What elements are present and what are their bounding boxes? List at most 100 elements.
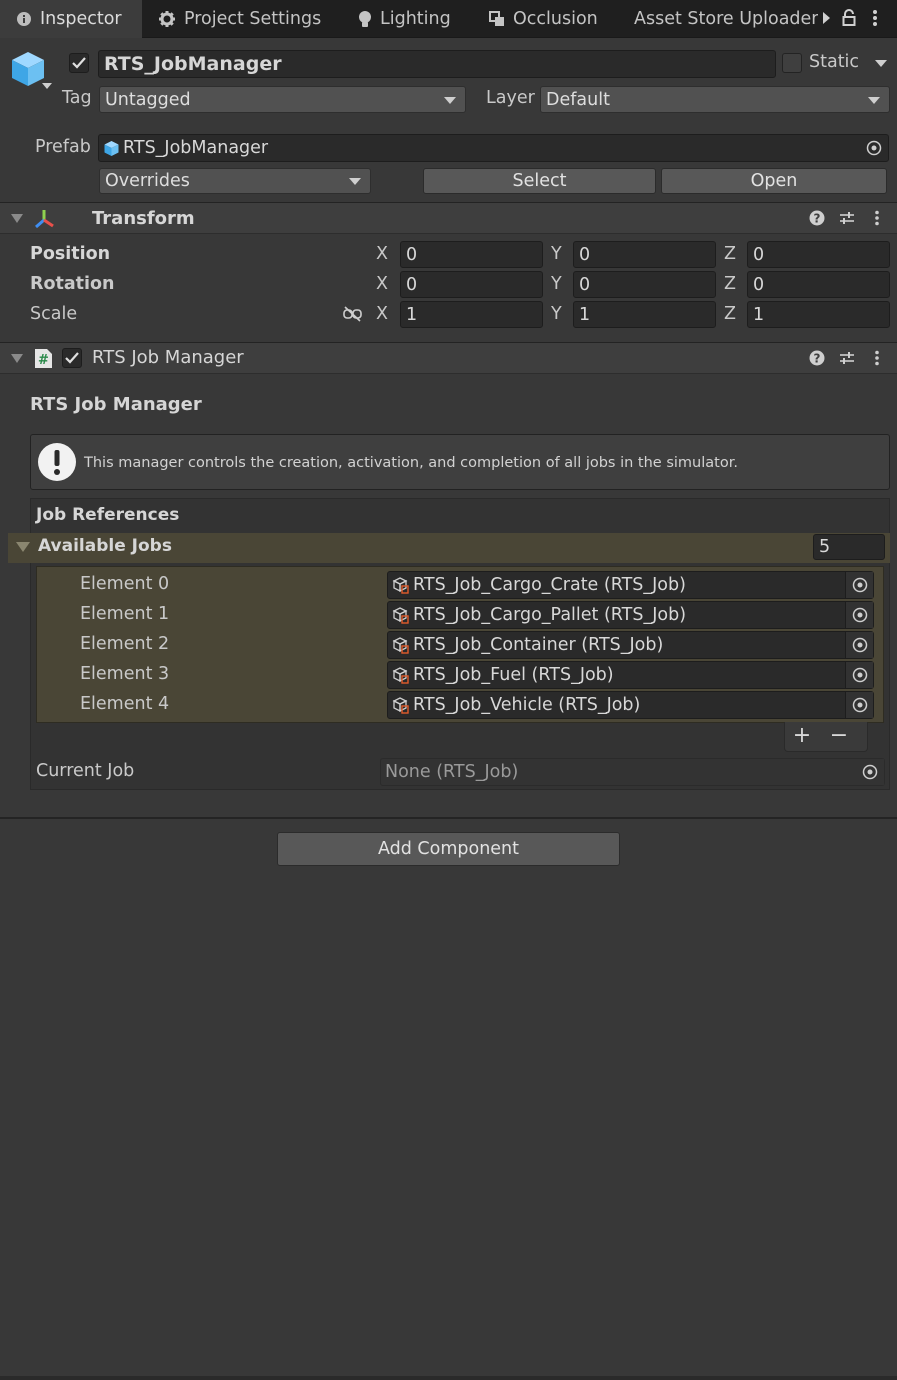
element-label: Element 1 xyxy=(80,604,170,624)
axis-y-label[interactable]: Y xyxy=(551,304,562,324)
rotation-z-input[interactable]: 0 xyxy=(747,271,890,298)
component-menu-icon[interactable] xyxy=(874,210,880,226)
target-icon xyxy=(862,764,878,780)
tag-dropdown[interactable]: Untagged xyxy=(99,86,466,113)
static-dropdown-icon[interactable] xyxy=(875,60,887,67)
target-icon xyxy=(852,667,867,683)
axis-x-label[interactable]: X xyxy=(376,304,388,324)
occlusion-icon xyxy=(489,11,504,26)
presets-sliders-icon[interactable] xyxy=(839,350,855,366)
available-jobs-size-input[interactable]: 5 xyxy=(813,534,885,560)
object-picker-button[interactable] xyxy=(845,602,873,628)
object-picker-button[interactable] xyxy=(845,632,873,658)
unlinked-scale-icon[interactable] xyxy=(343,306,362,322)
position-z-input[interactable]: 0 xyxy=(747,241,890,268)
object-picker-button[interactable] xyxy=(856,759,884,785)
overrides-label: Overrides xyxy=(105,171,190,191)
axis-z-label[interactable]: Z xyxy=(724,274,736,294)
overrides-dropdown[interactable]: Overrides xyxy=(99,168,371,194)
active-checkbox[interactable] xyxy=(69,53,89,73)
static-checkbox[interactable] xyxy=(782,53,802,73)
chevron-down-icon xyxy=(349,178,361,185)
object-picker-button[interactable] xyxy=(845,662,873,688)
axis-x-label[interactable]: X xyxy=(376,244,388,264)
tab-label: Asset Store Uploader xyxy=(634,9,818,29)
chevron-down-icon xyxy=(868,96,880,104)
component-menu-icon[interactable] xyxy=(874,350,880,366)
gameobject-cube-icon xyxy=(12,52,52,89)
add-component-button[interactable]: Add Component xyxy=(277,832,620,866)
object-picker-button[interactable] xyxy=(860,135,888,161)
object-picker-button[interactable] xyxy=(845,692,873,718)
target-icon xyxy=(866,140,882,156)
scale-z-input[interactable]: 1 xyxy=(747,301,890,328)
tab-inspector[interactable]: Inspector xyxy=(0,0,142,38)
position-x-input[interactable]: 0 xyxy=(400,241,543,268)
current-job-object-field[interactable]: None (RTS_Job) xyxy=(380,758,885,786)
tab-label: Project Settings xyxy=(184,9,322,29)
axis-x-label[interactable]: X xyxy=(376,274,388,294)
help-icon[interactable]: ? xyxy=(809,210,825,226)
kebab-menu-icon[interactable] xyxy=(872,9,878,27)
element-2-object-field[interactable]: RTS_Job_Container (RTS_Job) xyxy=(387,631,874,659)
bulb-icon xyxy=(359,11,371,27)
element-value: RTS_Job_Cargo_Crate (RTS_Job) xyxy=(413,575,686,595)
axis-z-label[interactable]: Z xyxy=(724,244,736,264)
axis-y-label[interactable]: Y xyxy=(551,274,562,294)
target-icon xyxy=(852,577,867,593)
available-jobs-foldout-icon[interactable] xyxy=(16,542,30,552)
element-0-object-field[interactable]: RTS_Job_Cargo_Crate (RTS_Job) xyxy=(387,571,874,599)
help-icon[interactable]: ? xyxy=(809,350,825,366)
axis-y-label[interactable]: Y xyxy=(551,244,562,264)
section-title: RTS Job Manager xyxy=(30,394,202,415)
element-3-object-field[interactable]: RTS_Job_Fuel (RTS_Job) xyxy=(387,661,874,689)
rotation-y-input[interactable]: 0 xyxy=(573,271,716,298)
prefab-object-field[interactable]: RTS_JobManager xyxy=(98,134,889,162)
job-manager-foldout-icon[interactable] xyxy=(11,354,23,363)
element-value: RTS_Job_Cargo_Pallet (RTS_Job) xyxy=(413,605,687,625)
element-value: RTS_Job_Container (RTS_Job) xyxy=(413,635,664,655)
prefab-open-button[interactable]: Open xyxy=(661,168,887,194)
target-icon xyxy=(852,607,867,623)
tab-project-settings[interactable]: Project Settings xyxy=(158,0,321,38)
tab-label: Occlusion xyxy=(513,9,598,29)
tab-overflow-arrow-icon[interactable] xyxy=(823,12,830,24)
transform-foldout-icon[interactable] xyxy=(11,214,23,223)
svg-text:?: ? xyxy=(814,212,821,226)
position-y-input[interactable]: 0 xyxy=(573,241,716,268)
tab-label: Lighting xyxy=(380,9,451,29)
info-icon xyxy=(17,12,31,26)
rotation-label: Rotation xyxy=(30,274,115,294)
component-enabled-checkbox[interactable] xyxy=(62,348,82,368)
element-1-object-field[interactable]: RTS_Job_Cargo_Pallet (RTS_Job) xyxy=(387,601,874,629)
element-4-object-field[interactable]: RTS_Job_Vehicle (RTS_Job) xyxy=(387,691,874,719)
add-element-button[interactable]: + xyxy=(791,722,813,750)
gameobject-name-input[interactable]: RTS_JobManager xyxy=(98,50,776,78)
gear-icon xyxy=(159,11,175,27)
object-picker-button[interactable] xyxy=(845,572,873,598)
presets-sliders-icon[interactable] xyxy=(839,210,855,226)
remove-element-button[interactable]: − xyxy=(828,722,850,750)
rotation-x-input[interactable]: 0 xyxy=(400,271,543,298)
layer-dropdown[interactable]: Default xyxy=(540,86,890,113)
transform-axes-icon xyxy=(35,210,54,229)
help-text: This manager controls the creation, acti… xyxy=(84,455,738,471)
tab-occlusion[interactable]: Occlusion xyxy=(489,0,598,38)
scriptable-object-icon xyxy=(392,607,409,624)
tab-asset-store-uploader[interactable]: Asset Store Uploader xyxy=(634,0,818,38)
scale-x-input[interactable]: 1 xyxy=(400,301,543,328)
lock-icon[interactable] xyxy=(842,9,856,27)
svg-text:#: # xyxy=(38,353,49,368)
element-value: RTS_Job_Fuel (RTS_Job) xyxy=(413,665,614,685)
current-job-label: Current Job xyxy=(36,761,135,781)
scale-y-input[interactable]: 1 xyxy=(573,301,716,328)
tab-lighting[interactable]: Lighting xyxy=(358,0,451,38)
script-icon: # xyxy=(35,349,52,368)
prefab-select-button[interactable]: Select xyxy=(423,168,656,194)
target-icon xyxy=(852,637,867,653)
axis-z-label[interactable]: Z xyxy=(724,304,736,324)
warning-exclamation-icon xyxy=(38,443,76,481)
prefab-label: Prefab xyxy=(35,137,91,157)
scriptable-object-icon xyxy=(392,637,409,654)
window-bottom-border xyxy=(0,1376,897,1380)
